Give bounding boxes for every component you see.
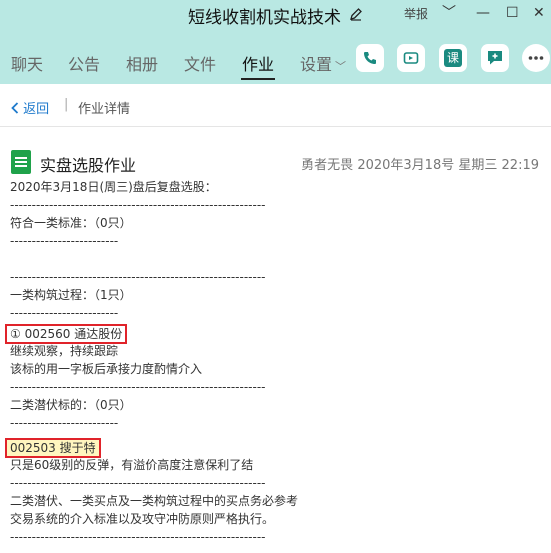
divider-line: -------------------------	[10, 306, 119, 320]
back-link[interactable]: 返回	[11, 98, 49, 117]
tab-homework[interactable]: 作业	[242, 51, 274, 75]
author-name: 勇者无畏	[301, 158, 354, 173]
divider-line: ----------------------------------------…	[10, 198, 266, 212]
chevron-down-icon: ﹀	[335, 60, 347, 73]
body-line: 一类构筑过程：（1只）	[10, 288, 132, 302]
highlighted-stock: 002503 搜于特	[5, 438, 101, 458]
homework-meta: 勇者无畏 2020年3月18号 星期三 22:19	[301, 154, 539, 173]
body-line: 符合一类标准：（0只）	[10, 216, 132, 230]
body-line: 只是60级别的反弹，有溢价高度注意保利了结	[10, 458, 254, 472]
divider-line: ----------------------------------------…	[10, 270, 266, 284]
close-button[interactable]: ✕	[533, 5, 545, 21]
breadcrumb-current: 作业详情	[78, 102, 131, 117]
divider-line: ----------------------------------------…	[10, 530, 266, 544]
divider-line: ----------------------------------------…	[10, 476, 266, 490]
breadcrumb: 返回 | 作业详情	[0, 84, 551, 127]
body-line: 交易系统的介入标准以及攻守冲防原则严格执行。	[10, 512, 275, 526]
document-icon	[11, 150, 31, 174]
edit-icon[interactable]	[349, 6, 363, 25]
divider-line: ----------------------------------------…	[10, 380, 266, 394]
stock-row: ① 002560 通达股份	[5, 324, 545, 344]
add-chat-icon[interactable]	[481, 44, 509, 72]
body-line: 二类潜伏、一类买点及一类构筑过程中的买点务必参考	[10, 494, 299, 508]
divider-line: -------------------------	[10, 234, 119, 248]
back-label: 返回	[23, 102, 50, 117]
tab-announcement[interactable]: 公告	[68, 51, 100, 75]
post-weekday: 星期三	[458, 158, 498, 173]
breadcrumb-separator: |	[64, 97, 69, 112]
body-line: 二类潜伏标的：（0只）	[10, 398, 132, 412]
minimize-button[interactable]: —	[476, 5, 490, 21]
chevron-left-icon	[11, 102, 19, 114]
body-line: 该标的用一字板后承接力度酌情介入	[10, 362, 203, 376]
body-line: 2020年3月18日(周三)盘后复盘选股：	[10, 180, 217, 194]
maximize-button[interactable]: ☐	[506, 5, 519, 21]
video-call-icon[interactable]	[397, 44, 425, 72]
phone-icon[interactable]	[356, 44, 384, 72]
window-title: 短线收割机实战技术	[188, 8, 341, 28]
tab-files[interactable]: 文件	[184, 51, 216, 75]
post-time: 22:19	[501, 158, 539, 173]
tab-album[interactable]: 相册	[126, 51, 158, 75]
highlighted-stock: ① 002560 通达股份	[5, 324, 128, 344]
homework-title: 实盘选股作业	[40, 156, 137, 175]
lesson-label: 课	[444, 49, 462, 67]
report-link[interactable]: 举报	[404, 5, 428, 22]
tab-settings-label: 设置	[300, 55, 333, 74]
collapse-button[interactable]: ﹀	[442, 5, 456, 21]
divider-line: -------------------------	[10, 416, 119, 430]
active-tab-indicator	[241, 78, 275, 80]
title-bar: 短线收割机实战技术 举报 ﹀ — ☐ ✕	[0, 0, 551, 28]
body-line: 继续观察，持续跟踪	[10, 344, 119, 358]
tab-bar: 聊天 公告 相册 文件 作业 设置 ﹀ 课	[0, 28, 551, 84]
lesson-icon[interactable]: 课	[439, 44, 467, 72]
post-date: 2020年3月18号	[357, 158, 455, 173]
more-icon[interactable]	[522, 44, 550, 72]
stock-row: 002503 搜于特	[5, 438, 545, 458]
tab-chat[interactable]: 聊天	[11, 51, 43, 75]
homework-body: 2020年3月18日(周三)盘后复盘选股： ------------------…	[5, 178, 545, 546]
tab-settings[interactable]: 设置 ﹀	[300, 51, 346, 75]
